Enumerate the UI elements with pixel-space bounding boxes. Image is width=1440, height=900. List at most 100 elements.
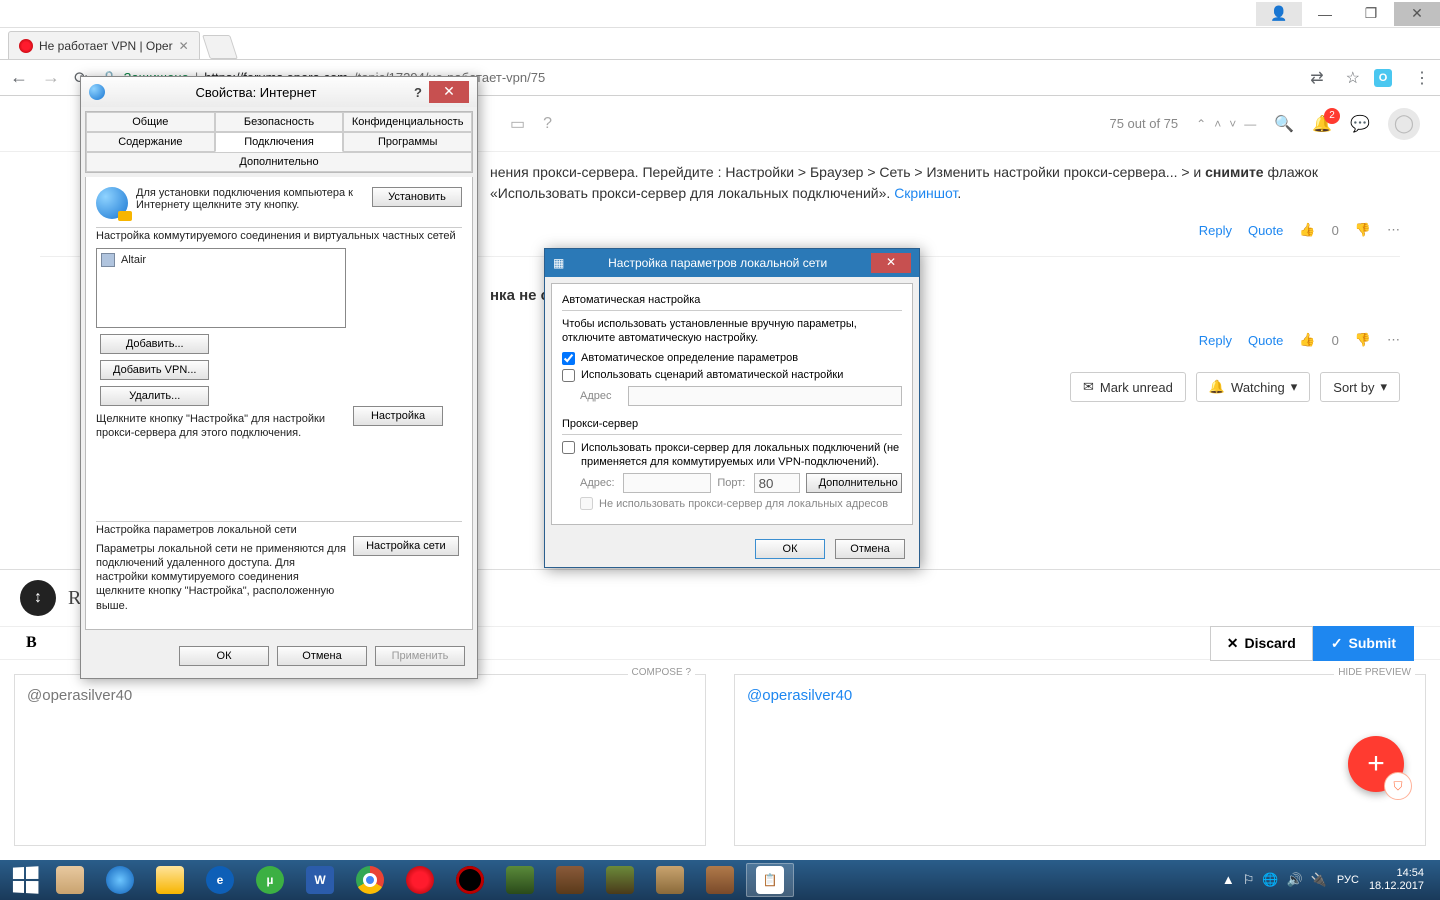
discard-button[interactable]: ✕Discard (1210, 626, 1313, 661)
taskbar-chrome[interactable] (346, 863, 394, 897)
script-address-input[interactable] (628, 386, 902, 406)
tab-advanced[interactable]: Дополнительно (86, 152, 472, 172)
tray-flag-icon[interactable]: ⚐ (1243, 872, 1255, 888)
delete-button[interactable]: Удалить... (100, 386, 209, 406)
taskbar-app-13[interactable] (646, 863, 694, 897)
tray-network-icon[interactable]: 🌐 (1262, 872, 1278, 888)
taskbar-ie[interactable] (96, 863, 144, 897)
tab-close-icon[interactable]: ✕ (179, 39, 189, 53)
tray-power-icon[interactable]: 🔌 (1311, 872, 1327, 888)
tray-icons[interactable]: ▲ ⚐ 🌐 🔊 🔌 (1222, 872, 1327, 888)
window-minimize-button[interactable]: — (1302, 2, 1348, 26)
proxy-address-input[interactable] (623, 473, 711, 493)
pager-first-icon[interactable]: ⌃ (1196, 117, 1206, 131)
search-icon[interactable]: 🔍 (1274, 114, 1294, 134)
pager-down-icon[interactable]: ˅ (1229, 117, 1236, 131)
submit-button[interactable]: ✓Submit (1313, 626, 1414, 661)
taskbar-app-11[interactable] (546, 863, 594, 897)
connections-list[interactable]: Altair (96, 248, 346, 328)
chat-icon[interactable]: 💬 (1350, 114, 1370, 134)
taskbar-opera[interactable] (396, 863, 444, 897)
quote-link-2[interactable]: Quote (1248, 333, 1283, 348)
window-maximize-button[interactable]: ❐ (1348, 2, 1394, 26)
proxy-advanced-button[interactable]: Дополнительно (806, 473, 902, 493)
pager-up-icon[interactable]: ˄ (1214, 117, 1221, 131)
taskbar-edge[interactable]: e (196, 863, 244, 897)
taskbar-winrar[interactable] (696, 863, 744, 897)
browser-tab[interactable]: Не работает VPN | Oper ✕ (8, 31, 200, 59)
tab-privacy[interactable]: Конфиденциальность (343, 112, 472, 132)
tab-security[interactable]: Безопасность (215, 112, 344, 132)
lan-ok-button[interactable]: ОК (755, 539, 825, 559)
downvote-icon-2[interactable]: 👎 (1355, 332, 1371, 348)
dialog-titlebar[interactable]: Свойства: Интернет ? ✕ (81, 77, 477, 107)
new-tab-button[interactable] (202, 35, 238, 59)
tab-content[interactable]: Содержание (86, 132, 215, 152)
preview-label[interactable]: HIDE PREVIEW (1334, 667, 1415, 678)
auto-detect-checkbox[interactable] (562, 352, 575, 365)
watching-button[interactable]: 🔔Watching▾ (1196, 372, 1310, 402)
sort-by-button[interactable]: Sort by▾ (1320, 372, 1400, 402)
settings-button[interactable]: Настройка (353, 406, 443, 426)
taskbar-app-10[interactable] (496, 863, 544, 897)
lan-settings-button[interactable]: Настройка сети (353, 536, 459, 556)
use-proxy-checkbox[interactable] (562, 441, 575, 454)
pager-arrows[interactable]: ⌃ ˄ ˅ — (1196, 117, 1256, 131)
pager-last-icon[interactable]: — (1244, 117, 1256, 131)
use-script-checkbox[interactable] (562, 369, 575, 382)
bookmark-star-icon[interactable]: ☆ (1346, 68, 1360, 88)
upvote-icon[interactable]: 👍 (1299, 222, 1315, 238)
clock[interactable]: 14:54 18.12.2017 (1369, 867, 1424, 893)
window-user-button[interactable]: 👤 (1256, 2, 1302, 26)
lan-cancel-button[interactable]: Отмена (835, 539, 905, 559)
shield-icon[interactable]: ⛉ (1384, 772, 1412, 800)
lan-dialog-close-button[interactable]: ✕ (871, 253, 911, 273)
dialog-close-button[interactable]: ✕ (429, 81, 469, 103)
taskbar-active-app[interactable]: 📋 (746, 863, 794, 897)
start-button[interactable] (6, 864, 44, 896)
downvote-icon[interactable]: 👎 (1355, 222, 1371, 238)
taskbar-explorer[interactable] (146, 863, 194, 897)
tab-programs[interactable]: Программы (343, 132, 472, 152)
taskbar-word[interactable]: W (296, 863, 344, 897)
help-icon[interactable]: ? (543, 115, 552, 133)
nav-forward-button[interactable]: → (42, 67, 60, 88)
lan-dialog-titlebar[interactable]: ▦ Настройка параметров локальной сети ✕ (545, 249, 919, 277)
screenshot-link[interactable]: Скриншот (894, 185, 957, 201)
translate-icon[interactable]: ⇄ (1310, 68, 1323, 88)
apply-button[interactable]: Применить (375, 646, 465, 666)
taskbar-app-1[interactable] (46, 863, 94, 897)
add-button[interactable]: Добавить... (100, 334, 209, 354)
nav-back-button[interactable]: ← (10, 67, 28, 88)
reply-link[interactable]: Reply (1199, 223, 1232, 238)
notifications-button[interactable]: 🔔 2 (1312, 114, 1332, 134)
preview-mention[interactable]: @operasilver40 (747, 687, 852, 704)
tray-volume-icon[interactable]: 🔊 (1287, 872, 1303, 888)
bold-button[interactable]: B (26, 634, 37, 652)
add-vpn-button[interactable]: Добавить VPN... (100, 360, 209, 380)
tab-connections[interactable]: Подключения (215, 132, 344, 152)
ok-button[interactable]: ОК (179, 646, 269, 666)
tray-overflow-icon[interactable]: ▲ (1222, 872, 1235, 888)
mark-unread-button[interactable]: ✉Mark unread (1070, 372, 1186, 402)
dialog-help-icon[interactable]: ? (407, 85, 429, 100)
browser-menu-icon[interactable]: ⋮ (1414, 68, 1430, 88)
book-icon[interactable]: ▭ (510, 114, 525, 134)
taskbar-utorrent[interactable]: µ (246, 863, 294, 897)
pager-label[interactable]: 75 out of 75 (1109, 116, 1178, 131)
connection-item[interactable]: Altair (101, 253, 341, 267)
opera-extension-icon[interactable]: O (1374, 69, 1392, 87)
language-indicator[interactable]: РУС (1337, 874, 1359, 886)
reply-link-2[interactable]: Reply (1199, 333, 1232, 348)
compose-pane[interactable]: COMPOSE ? @operasilver40 (14, 674, 706, 846)
upvote-icon-2[interactable]: 👍 (1299, 332, 1315, 348)
window-close-button[interactable]: ✕ (1394, 2, 1440, 26)
bypass-local-checkbox[interactable] (580, 497, 593, 510)
user-avatar[interactable]: ◯ (1388, 108, 1420, 140)
taskbar-app-9[interactable] (446, 863, 494, 897)
tab-general[interactable]: Общие (86, 112, 215, 132)
cancel-button[interactable]: Отмена (277, 646, 367, 666)
proxy-port-input[interactable] (754, 473, 800, 493)
more-icon-2[interactable]: ⋯ (1387, 332, 1400, 348)
more-icon[interactable]: ⋯ (1387, 222, 1400, 238)
